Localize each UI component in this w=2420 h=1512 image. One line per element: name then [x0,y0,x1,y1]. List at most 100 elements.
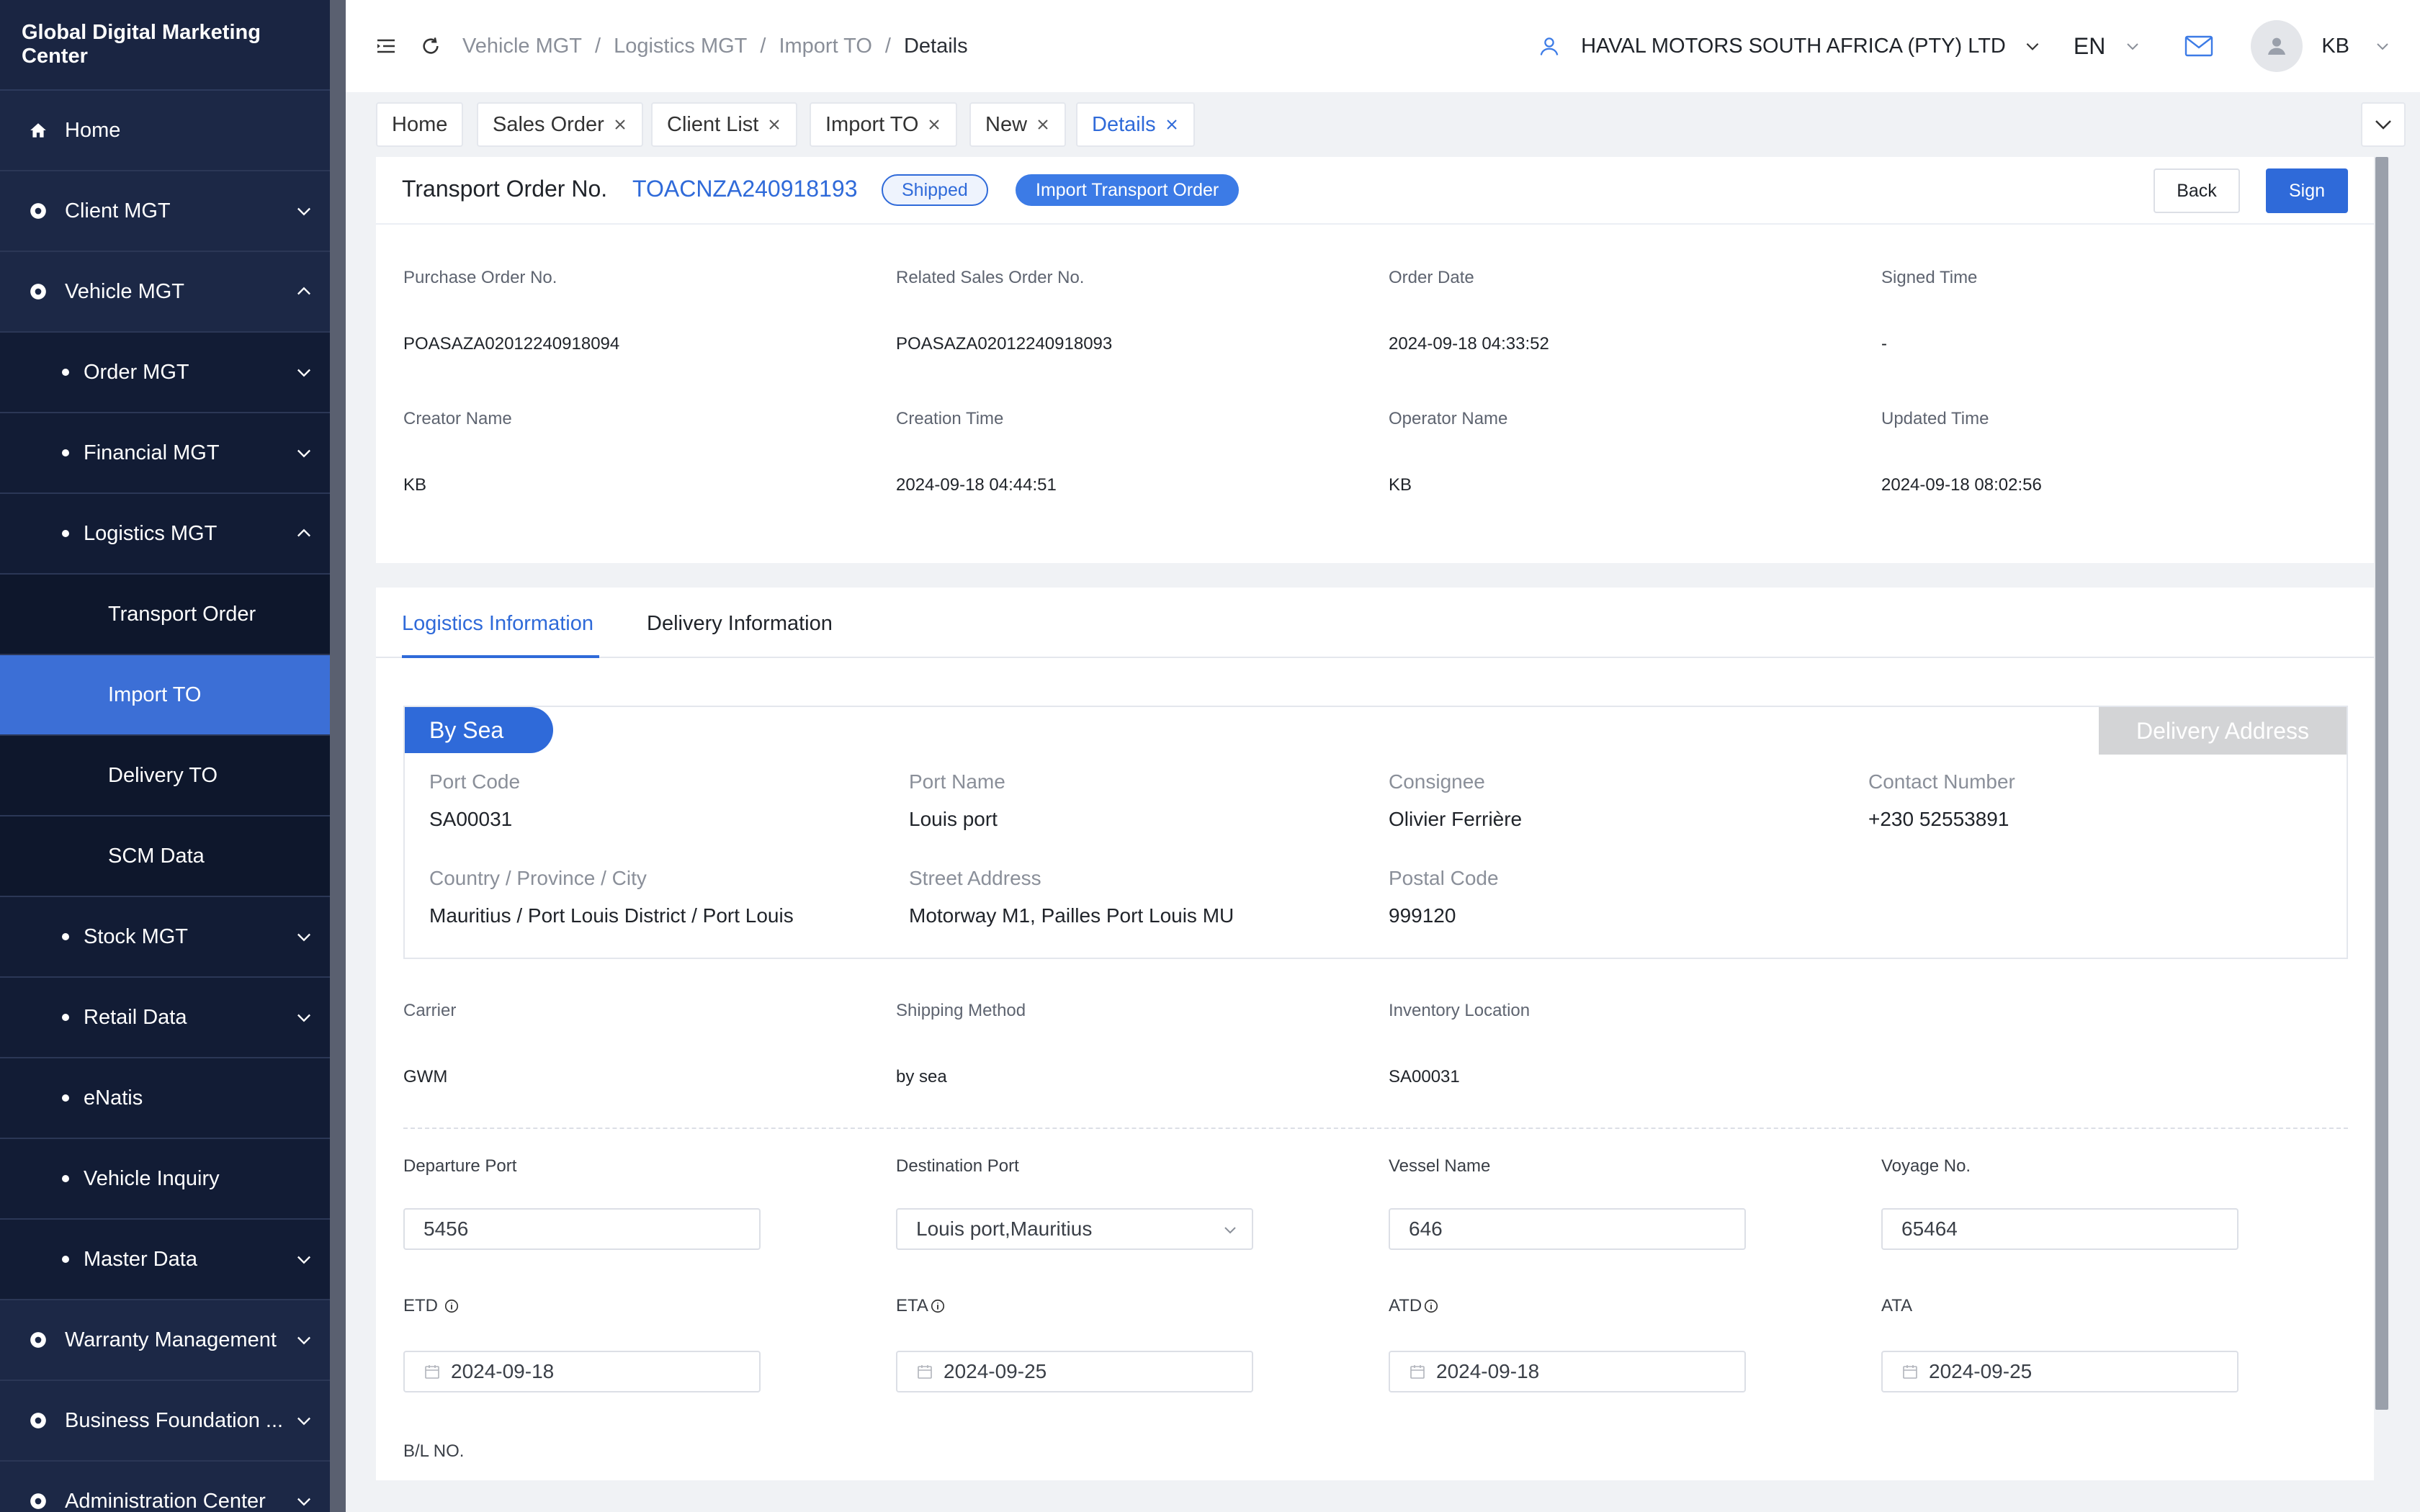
sidebar-item-business-foundation[interactable]: Business Foundation ... [0,1381,330,1462]
sidebar-item-order-mgt[interactable]: Order MGT [0,333,330,413]
chevron-down-icon [297,933,310,942]
sidebar-item-delivery-to[interactable]: Delivery TO [0,736,330,816]
ata-label: ATA [1881,1296,1912,1316]
tab-home[interactable]: Home [376,102,464,147]
chevron-down-icon[interactable] [2124,37,2141,55]
close-icon[interactable] [1165,117,1179,132]
field-label: Shipping Method [896,1001,1026,1020]
by-sea-tag: By Sea [405,707,553,753]
field-value: POASAZA02012240918093 [896,334,1113,354]
info-field: Creation Time 2024-09-18 04:44:51 [896,409,1057,495]
chevron-down-icon[interactable] [2023,37,2042,55]
back-button[interactable]: Back [2154,168,2240,213]
info-icon[interactable] [444,1298,460,1314]
sidebar-item-home[interactable]: Home [0,91,330,171]
close-icon[interactable] [927,117,941,132]
sidebar-item-warranty-management[interactable]: Warranty Management [0,1300,330,1381]
app-title: Global Digital Marketing Center [0,0,330,91]
info-field: Updated Time 2024-09-18 08:02:56 [1881,409,2042,495]
voyage-no-label: Voyage No. [1881,1156,1971,1176]
etd-date-picker[interactable]: 2024-09-18 [403,1351,761,1392]
tab-delivery-information[interactable]: Delivery Information [647,612,833,636]
breadcrumb-item[interactable]: Import TO [779,35,871,58]
language-selector[interactable]: EN [2074,33,2105,60]
top-bar: Vehicle MGT / Logistics MGT / Import TO … [346,0,2420,92]
field-value: SA00031 [1389,1067,1460,1086]
sign-button[interactable]: Sign [2266,168,2348,213]
vessel-name-input[interactable]: 646 [1389,1208,1746,1250]
field-value: Olivier Ferrière [1389,808,1523,830]
atd-date-picker[interactable]: 2024-09-18 [1389,1351,1746,1392]
tab-label: New [985,112,1028,136]
sidebar-item-master-data[interactable]: Master Data [0,1220,330,1300]
tab-sales-order[interactable]: Sales Order [477,102,643,147]
avatar[interactable] [2251,20,2303,72]
calendar-icon [1903,1365,1917,1379]
sidebar-item-label: SCM Data [108,844,205,868]
chevron-down-icon[interactable] [2374,37,2391,55]
calendar-icon [425,1365,439,1379]
tab-logistics-information[interactable]: Logistics Information [402,612,593,636]
voyage-no-input[interactable]: 65464 [1881,1208,2238,1250]
etd-label: ETD [403,1296,460,1316]
sidebar-item-financial-mgt[interactable]: Financial MGT [0,413,330,494]
field-value: by sea [896,1067,947,1086]
field-label: Updated Time [1881,409,1989,428]
content-scrollbar[interactable] [2375,157,2388,1410]
sidebar-item-import-to[interactable]: Import TO [0,655,330,736]
sidebar-item-client-mgt[interactable]: Client MGT [0,171,330,252]
field-label: Contact Number [1868,770,2015,793]
user-name[interactable]: KB [2321,35,2349,58]
sidebar-scrollbar[interactable] [330,0,346,1512]
ata-date-picker[interactable]: 2024-09-25 [1881,1351,2238,1392]
sidebar-item-vehicle-mgt[interactable]: Vehicle MGT [0,252,330,333]
menu-toggle-icon[interactable] [372,32,400,60]
inventory-location-field: Inventory Location SA00031 [1389,1001,1530,1087]
tab-import-to[interactable]: Import TO [810,102,958,147]
sidebar-item-retail-data[interactable]: Retail Data [0,978,330,1058]
field-label: Departure Port [403,1156,517,1176]
sidebar-item-transport-order[interactable]: Transport Order [0,575,330,655]
company-selector[interactable]: HAVAL MOTORS SOUTH AFRICA (PTY) LTD [1581,35,2006,58]
tab-details[interactable]: Details [1076,102,1195,147]
sidebar-item-stock-mgt[interactable]: Stock MGT [0,897,330,978]
field-value: Louis port [909,808,998,830]
label-text: ETA [896,1296,928,1315]
breadcrumb-item[interactable]: Vehicle MGT [462,35,582,58]
label-text: ETD [403,1296,438,1315]
breadcrumb-item[interactable]: Logistics MGT [614,35,747,58]
mail-icon[interactable] [2184,32,2213,60]
tab-new[interactable]: New [969,102,1067,147]
sidebar-item-label: Delivery TO [108,763,218,787]
sidebar-item-label: Home [65,118,121,142]
date-value: 2024-09-18 [451,1360,555,1382]
field-label: Port Code [429,770,521,793]
sidebar-item-label: Business Foundation ... [65,1408,284,1432]
sidebar-item-logistics-mgt[interactable]: Logistics MGT [0,494,330,575]
close-icon[interactable] [767,117,781,132]
sidebar: Global Digital Marketing Center Home Cli… [0,0,330,1512]
field-value: 2024-09-18 08:02:56 [1881,475,2042,495]
close-icon[interactable] [1036,117,1050,132]
date-value: 2024-09-25 [944,1360,1047,1382]
field-label: Purchase Order No. [403,268,557,287]
field-value: 2024-09-18 04:44:51 [896,475,1057,495]
field-label: Order Date [1389,268,1474,287]
info-icon[interactable] [1423,1298,1439,1314]
refresh-icon[interactable] [416,32,445,60]
eta-date-picker[interactable]: 2024-09-25 [896,1351,1253,1392]
tabs-dropdown-button[interactable] [2361,102,2406,147]
info-icon[interactable] [930,1298,946,1314]
contact-number-field: Contact Number +230 52553891 [1868,770,2015,831]
sidebar-item-administration-center[interactable]: Administration Center [0,1462,330,1512]
destination-port-select[interactable]: Louis port,Mauritius [896,1208,1253,1250]
chevron-down-icon [297,207,310,216]
close-icon[interactable] [613,117,627,132]
field-label: ETA [896,1296,946,1316]
sidebar-item-scm-data[interactable]: SCM Data [0,816,330,897]
tab-client-list[interactable]: Client List [651,102,798,147]
sidebar-item-enatis[interactable]: eNatis [0,1058,330,1139]
chevron-up-icon [297,287,310,295]
departure-port-input[interactable]: 5456 [403,1208,761,1250]
sidebar-item-vehicle-inquiry[interactable]: Vehicle Inquiry [0,1139,330,1220]
